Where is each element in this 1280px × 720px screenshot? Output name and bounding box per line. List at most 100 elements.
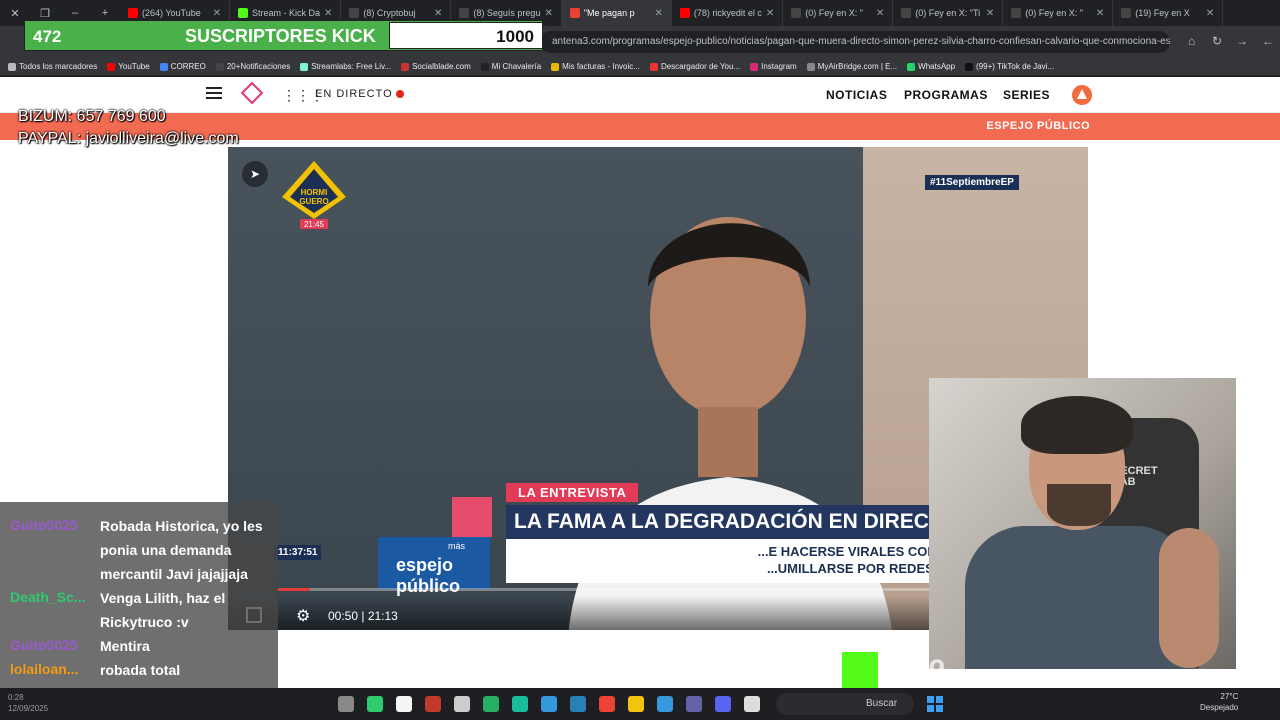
tab-label: Stream - Kick Da — [252, 8, 321, 18]
tab-close-icon[interactable]: ✕ — [324, 8, 332, 19]
bookmark-favicon-icon — [300, 62, 309, 71]
tab-close-icon[interactable]: ✕ — [654, 8, 662, 19]
tab-close-icon[interactable]: ✕ — [1096, 8, 1104, 19]
url-field[interactable]: antena3.com/programas/espejo-publico/not… — [540, 31, 1170, 53]
bookmark-item[interactable]: Socialblade.com — [401, 62, 471, 71]
bookmark-label: Instagram — [761, 62, 797, 71]
minimize-window-icon[interactable]: – — [60, 7, 90, 19]
tab-close-icon[interactable]: ✕ — [876, 8, 884, 19]
taskbar-app-icon[interactable] — [570, 696, 586, 712]
taskbar-app-icon[interactable] — [541, 696, 557, 712]
taskbar-app-icon[interactable] — [483, 696, 499, 712]
forward-icon[interactable]: → — [1236, 34, 1248, 48]
bookmark-item[interactable]: 20+Notificaciones — [215, 62, 291, 71]
tab-label: (8) Seguís pregu — [473, 8, 541, 18]
chat-message: Guito0025 Robada Historica, yo les ponia … — [0, 514, 278, 586]
tab-close-icon[interactable]: ✕ — [544, 8, 552, 19]
bookmark-label: MyAirBridge.com | E... — [817, 62, 898, 71]
tab-close-icon[interactable]: ✕ — [1206, 8, 1214, 19]
tab-favicon-icon — [349, 8, 360, 18]
tab-close-icon[interactable]: ✕ — [986, 8, 994, 19]
weather-temp: 27°C — [1220, 692, 1239, 701]
broadcast-clock: 11:37:51 — [274, 545, 322, 560]
chat-text: Robada Historica, yo les ponia una deman… — [100, 518, 263, 582]
windows-start-icon[interactable] — [927, 696, 943, 712]
section-title[interactable]: ESPEJO PÚBLICO — [986, 120, 1090, 132]
taskbar-app-icon[interactable] — [628, 696, 644, 712]
taskbar-app-icon[interactable] — [686, 696, 702, 712]
tab-favicon-icon — [569, 8, 580, 18]
tab-close-icon[interactable]: ✕ — [213, 8, 221, 19]
browser-tab[interactable]: "Me pagan p ✕ — [561, 0, 672, 26]
tab-favicon-icon — [238, 8, 248, 18]
taskbar-app-icon[interactable] — [367, 696, 383, 712]
chat-username[interactable]: lolailoan... — [10, 661, 94, 677]
bookmark-item[interactable]: Todos los marcadores — [8, 62, 97, 71]
chat-username[interactable]: Guito0025 — [10, 637, 94, 653]
chat-username[interactable]: Guito0025 — [10, 517, 94, 533]
progress-fill — [278, 588, 310, 591]
menu-icon[interactable] — [206, 87, 222, 99]
bookmark-label: 20+Notificaciones — [226, 62, 291, 71]
bookmark-label: CORREO — [170, 62, 206, 71]
bookmark-item[interactable]: MyAirBridge.com | E... — [806, 62, 898, 71]
svg-text:GUERO: GUERO — [299, 197, 328, 206]
time-current: 00:50 — [328, 609, 359, 623]
tab-label: (8) Cryptobuj — [363, 8, 416, 18]
home-icon[interactable]: ⌂ — [1188, 34, 1195, 48]
bookmark-item[interactable]: Instagram — [750, 62, 797, 71]
bookmark-item[interactable]: YouTube — [107, 62, 150, 71]
tab-close-icon[interactable]: ✕ — [766, 8, 774, 19]
tab-favicon-icon — [459, 8, 470, 18]
bookmark-favicon-icon — [750, 62, 759, 71]
brand-logo-icon[interactable] — [240, 81, 264, 105]
browser-tab[interactable]: (19) Fey en X ✕ — [1113, 0, 1224, 26]
share-icon[interactable]: ➤ — [242, 161, 268, 187]
live-link[interactable]: EN DIRECTO — [315, 88, 393, 100]
bookmark-item[interactable]: CORREO — [159, 62, 206, 71]
nav-noticias[interactable]: NOTICIAS — [826, 88, 887, 102]
browser-tab[interactable]: (0) Fey en X: "Ti ✕ — [893, 0, 1004, 26]
tab-favicon-icon — [1121, 8, 1132, 18]
bookmark-item[interactable]: Streamlabs: Free Liv... — [300, 62, 391, 71]
bookmark-item[interactable]: Descargador de You... — [649, 62, 740, 71]
chat-username[interactable]: Death_Sc... — [10, 589, 94, 605]
restore-window-icon[interactable]: ❐ — [30, 7, 60, 20]
taskbar-app-icon[interactable] — [396, 696, 412, 712]
taskbar-app-icon[interactable] — [715, 696, 731, 712]
taskbar-app-icon[interactable] — [744, 696, 760, 712]
taskbar-app-icon[interactable] — [454, 696, 470, 712]
settings-gear-icon[interactable]: ⚙ — [296, 606, 310, 626]
close-window-icon[interactable]: ✕ — [0, 7, 30, 20]
nav-series[interactable]: SERIES — [1003, 88, 1050, 102]
bookmark-item[interactable]: Mis facturas - Invoic... — [551, 62, 640, 71]
browser-tab[interactable]: (0) Fey en X: " ✕ — [1003, 0, 1114, 26]
taskbar-app-icon[interactable] — [425, 696, 441, 712]
streamer-webcam: SECRETLAB — [929, 378, 1236, 669]
tab-close-icon[interactable]: ✕ — [434, 8, 442, 19]
new-tab-icon[interactable]: + — [90, 7, 120, 19]
browser-tab[interactable]: (78) rickyedit el c ✕ — [672, 0, 784, 26]
hashtag-badge: #11SeptiembreEP — [925, 175, 1019, 190]
taskbar-app-icon[interactable] — [512, 696, 528, 712]
subscriber-goal-box: 1000 — [389, 22, 543, 49]
bookmark-favicon-icon — [907, 62, 916, 71]
taskbar-app-icon[interactable] — [657, 696, 673, 712]
bookmark-label: Mis facturas - Invoic... — [562, 62, 640, 71]
bookmark-favicon-icon — [551, 62, 560, 71]
browser-tab[interactable]: (0) Fey en X: " ✕ — [783, 0, 894, 26]
bookmark-favicon-icon — [401, 62, 410, 71]
back-icon[interactable]: ← — [1262, 34, 1274, 48]
bookmark-item[interactable]: (99+) TikTok de Javi... — [965, 62, 1054, 71]
reload-icon[interactable]: ↻ — [1212, 34, 1222, 48]
svg-text:HORMI: HORMI — [301, 188, 328, 197]
taskbar-app-icon[interactable] — [599, 696, 615, 712]
antena3-logo-icon[interactable] — [1072, 85, 1092, 105]
bookmark-favicon-icon — [159, 62, 168, 71]
bookmark-item[interactable]: WhatsApp — [907, 62, 955, 71]
taskbar-search[interactable]: Buscar — [776, 693, 914, 715]
taskbar-app-icon[interactable] — [338, 696, 354, 712]
bookmark-item[interactable]: Mi Chavalería — [480, 62, 541, 71]
tab-favicon-icon — [679, 8, 690, 18]
nav-programas[interactable]: PROGRAMAS — [904, 88, 988, 102]
